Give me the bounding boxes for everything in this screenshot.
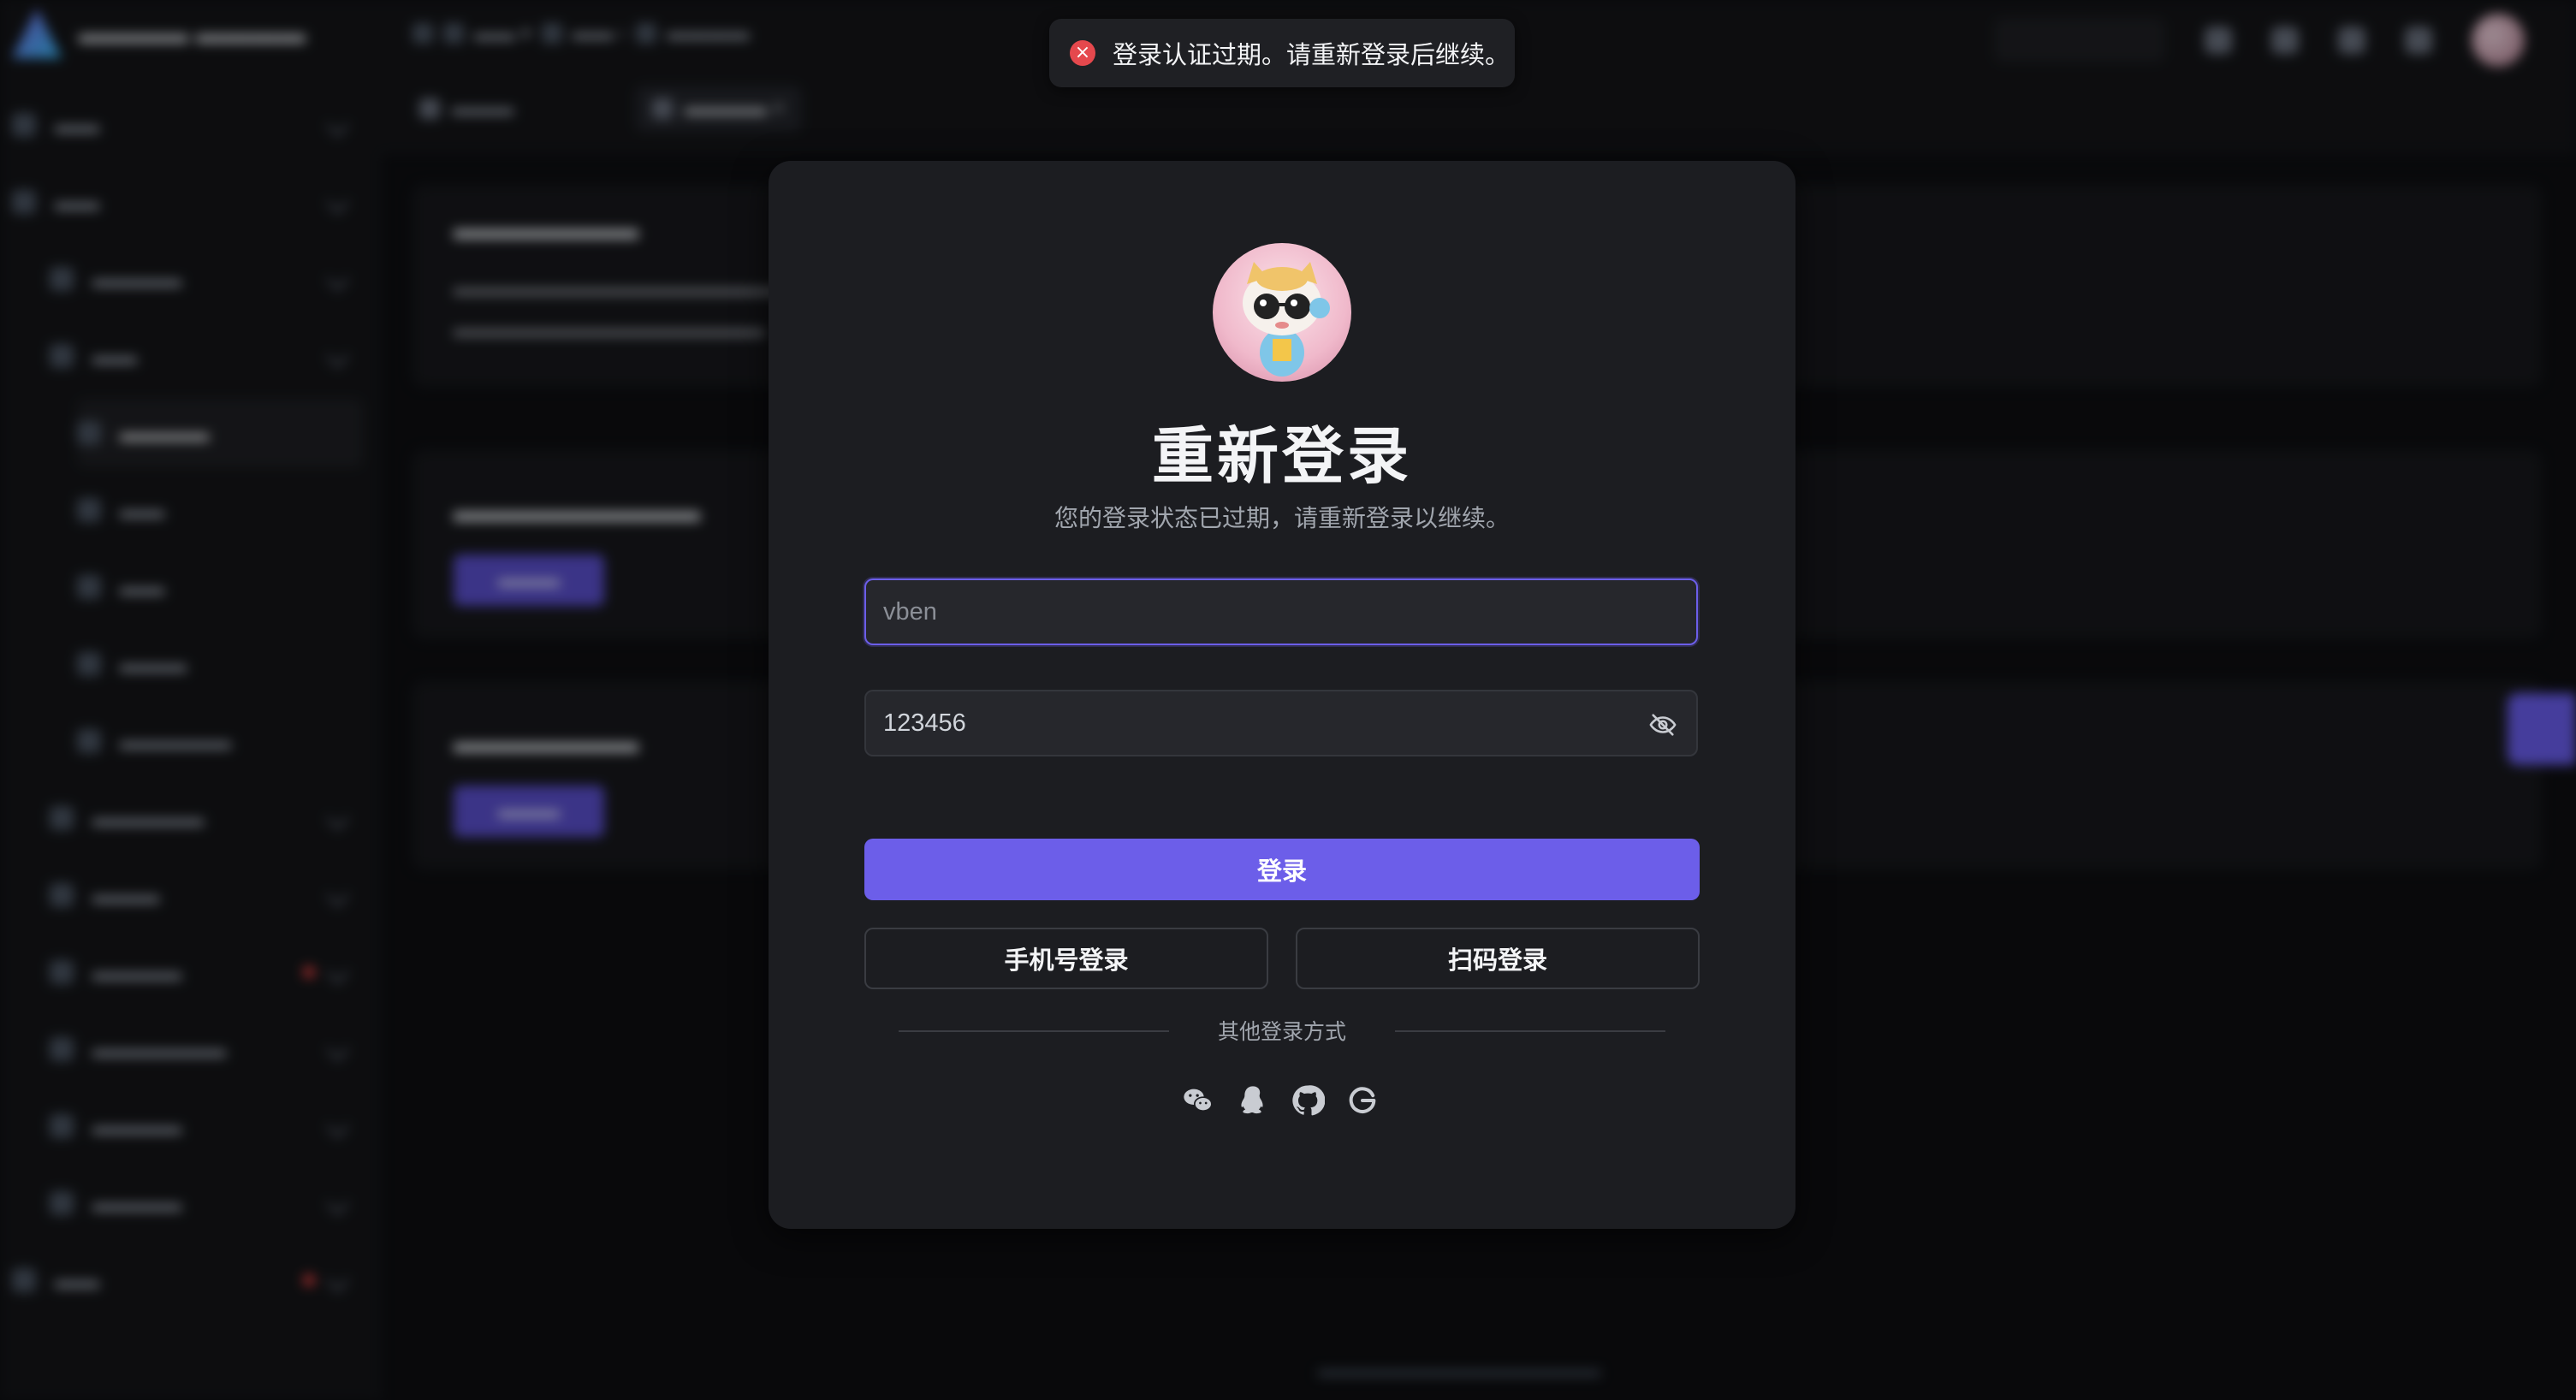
- github-icon[interactable]: [1291, 1083, 1325, 1118]
- relogin-modal: 重新登录 您的登录状态已过期，请重新登录以继续。 登录 手机号登录 扫码登录 其…: [769, 161, 1795, 1229]
- phone-login-button[interactable]: 手机号登录: [864, 928, 1268, 989]
- divider-right: [1395, 1030, 1665, 1032]
- qq-icon[interactable]: [1236, 1083, 1270, 1118]
- eye-off-icon[interactable]: [1648, 710, 1677, 739]
- close-circle-icon: ×: [1070, 40, 1095, 66]
- modal-title: 重新登录: [1151, 423, 1412, 491]
- google-icon[interactable]: [1345, 1083, 1380, 1118]
- toast-message: 登录认证过期。请重新登录后继续。: [1113, 42, 1511, 69]
- password-input[interactable]: [881, 708, 1638, 739]
- login-button[interactable]: 登录: [864, 839, 1700, 900]
- wechat-icon[interactable]: [1181, 1083, 1215, 1118]
- avatar: [1213, 243, 1351, 382]
- modal-subtitle: 您的登录状态已过期，请重新登录以继续。: [1054, 505, 1510, 531]
- password-field[interactable]: [864, 690, 1698, 756]
- error-toast: × 登录认证过期。请重新登录后继续。: [1049, 19, 1515, 87]
- username-input[interactable]: [881, 596, 1638, 627]
- username-field[interactable]: [864, 578, 1698, 645]
- qrcode-login-button[interactable]: 扫码登录: [1296, 928, 1700, 989]
